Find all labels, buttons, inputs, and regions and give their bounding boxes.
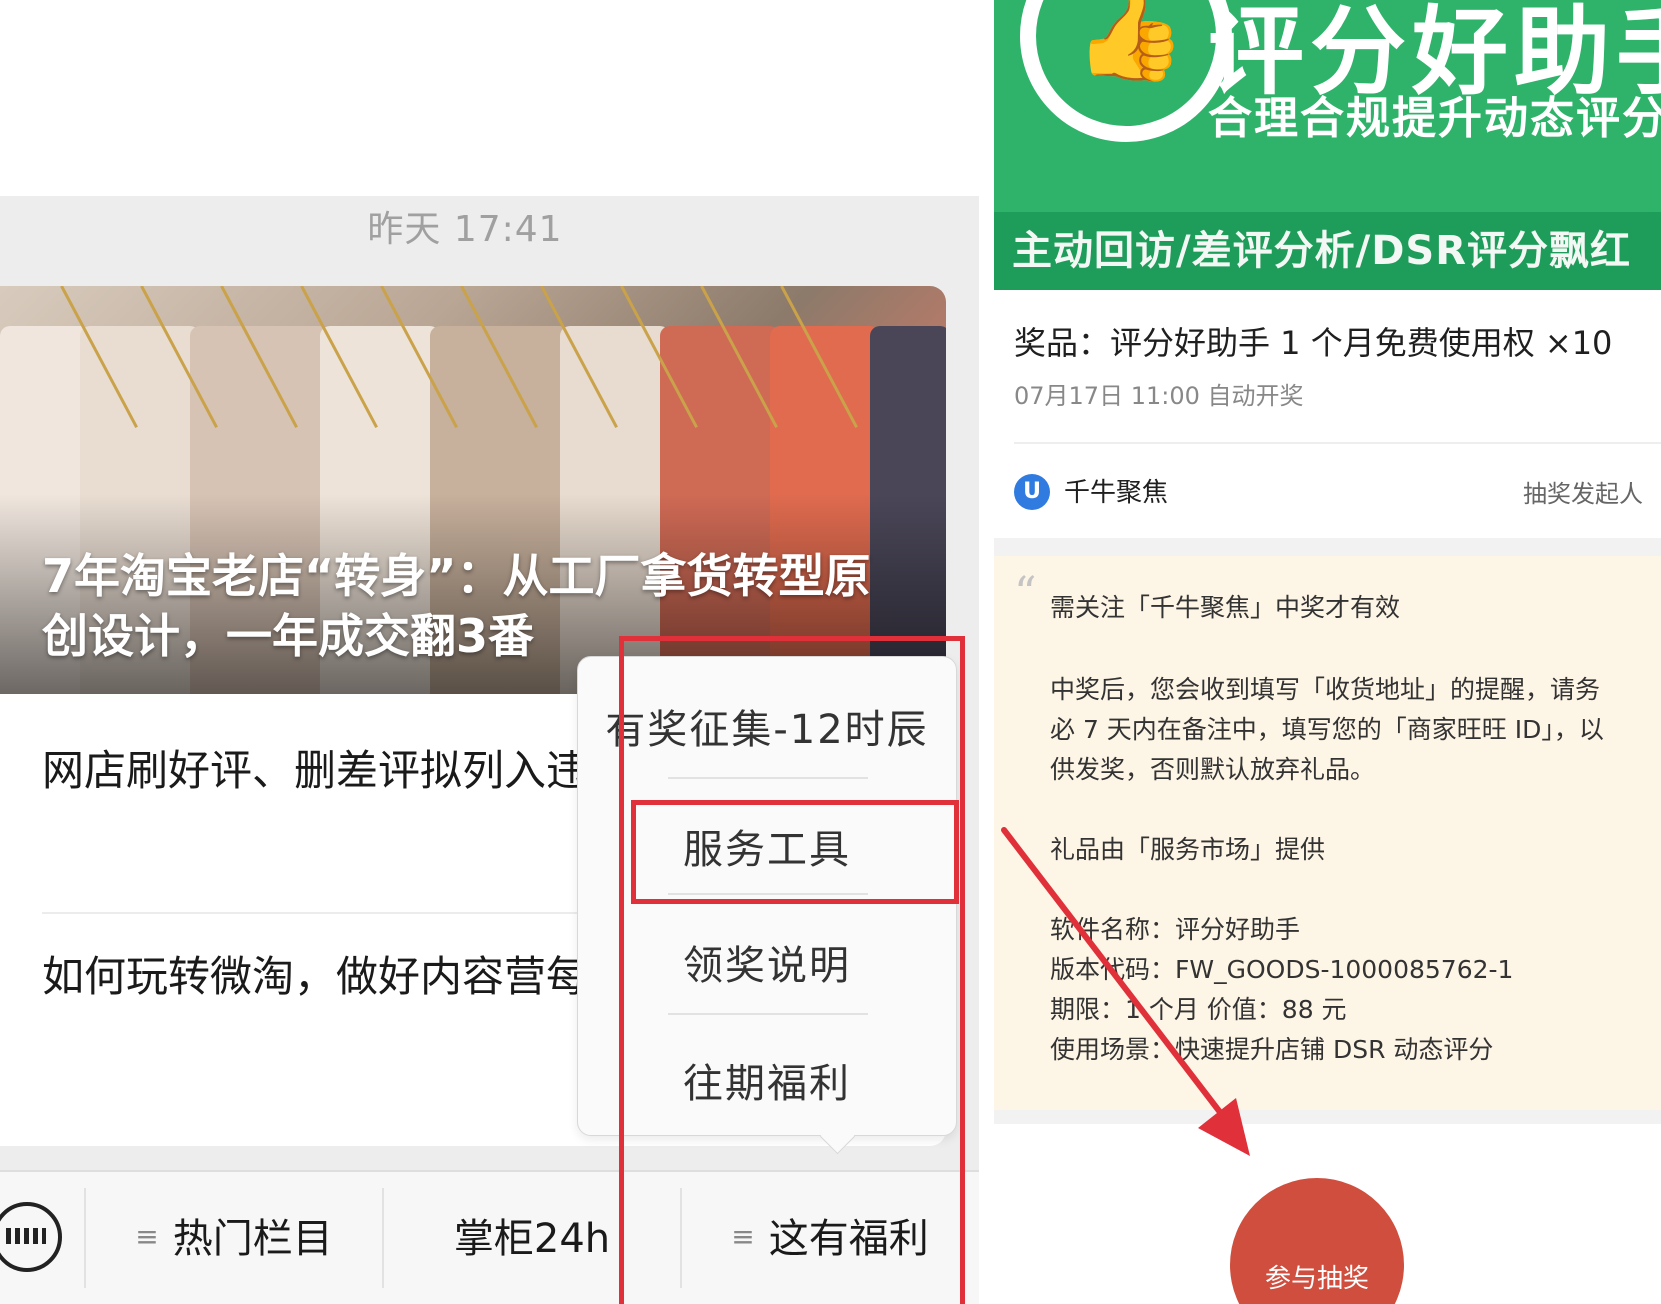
prize-title: 奖品：评分好助手 1 个月免费使用权 ×10	[1014, 324, 1613, 362]
note-line: 需关注「千牛聚焦」中奖才有效	[1050, 593, 1401, 622]
lottery-notes: “ 需关注「千牛聚焦」中奖才有效 中奖后，您会收到填写「收货地址」的提醒，请务 …	[994, 556, 1661, 1110]
quote-icon: “	[1014, 568, 1037, 619]
organizer-name[interactable]: 千牛聚焦	[1064, 472, 1168, 509]
organizer-role: 抽奖发起人	[1523, 480, 1643, 508]
lottery-page: 👍 评分好助手 合理合规提升动态评分 主动回访/差评分析/DSR评分飘红 奖品：…	[994, 0, 1661, 1304]
banner-strip-text: 主动回访/差评分析/DSR评分飘红	[1012, 228, 1632, 274]
menu-lines-icon: ≡	[135, 1220, 159, 1253]
join-lottery-label: 参与抽奖	[1264, 1264, 1369, 1294]
article-hero[interactable]: 7年淘宝老店“转身”：从工厂拿货转型原创设计，一年成交翻3番	[0, 286, 946, 694]
note-line: 期限：1 个月 价值：88 元	[1050, 995, 1347, 1024]
promo-banner: 👍 评分好助手 合理合规提升动态评分 主动回访/差评分析/DSR评分飘红	[994, 0, 1661, 290]
note-line: 中奖后，您会收到填写「收货地址」的提醒，请务	[1050, 675, 1601, 704]
keyboard-icon[interactable]	[0, 1202, 62, 1272]
note-line: 版本代码：FW_GOODS-1000085762-1	[1050, 955, 1514, 984]
draw-time: 07月17日 11:00 自动开奖	[1014, 382, 1304, 410]
thumbs-up-icon: 👍	[1020, 0, 1232, 142]
note-line: 软件名称：评分好助手	[1050, 915, 1301, 944]
note-line: 使用场景：快速提升店铺 DSR 动态评分	[1050, 1035, 1494, 1064]
banner-strip: 主动回访/差评分析/DSR评分飘红	[994, 212, 1661, 290]
organizer-logo-icon: U	[1014, 474, 1050, 510]
message-timestamp: 昨天 17:41	[367, 209, 563, 250]
highlight-frame-service-tools	[631, 800, 959, 904]
wechat-chat-panel: 昨天 17:41 7年淘宝老店“转身”：从工厂拿货转型原创设计，一年成交翻3番	[0, 0, 979, 1304]
note-line: 必 7 天内在备注中，填写您的「商家旺旺 ID」，以	[1050, 715, 1604, 744]
note-line: 供发奖，否则默认放弃礼品。	[1050, 755, 1376, 784]
bottom-menu-hot-columns[interactable]: ≡ 热门栏目	[86, 1172, 382, 1304]
banner-subtitle: 合理合规提升动态评分	[1208, 93, 1661, 144]
highlight-frame-outer	[619, 636, 965, 1304]
note-line: 礼品由「服务市场」提供	[1050, 835, 1326, 864]
